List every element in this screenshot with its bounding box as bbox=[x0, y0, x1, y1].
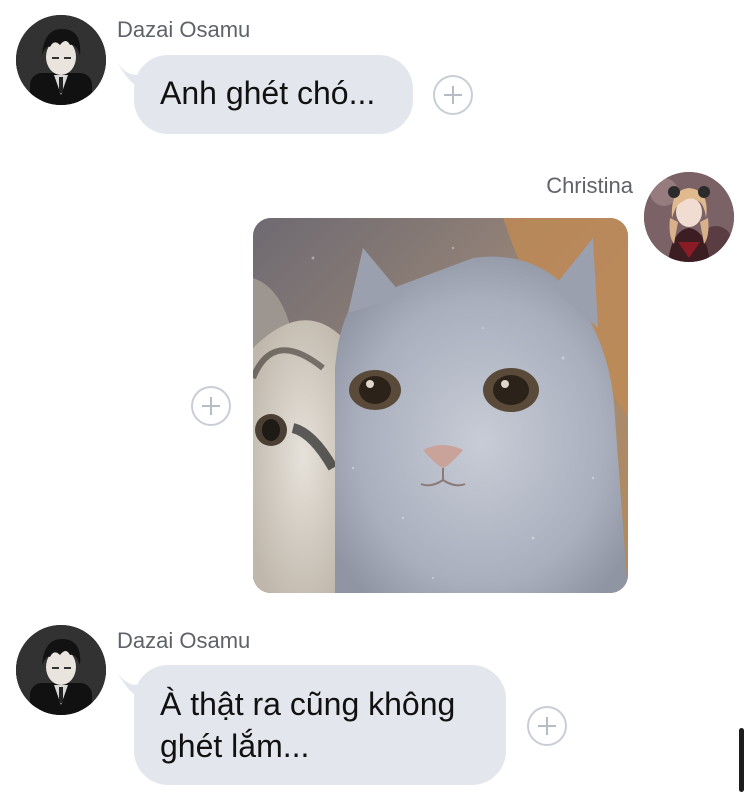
sender-name: Dazai Osamu bbox=[117, 17, 251, 42]
scrollbar[interactable] bbox=[739, 728, 744, 792]
sender-name: Christina bbox=[546, 173, 633, 198]
message-bubble[interactable]: Anh ghét chó... bbox=[134, 55, 413, 134]
plus-icon bbox=[202, 397, 220, 415]
avatar-dazai-image bbox=[16, 15, 106, 105]
avatar-dazai[interactable] bbox=[16, 625, 106, 715]
message-row-dazai-2: Dazai Osamu À thật ra cũng không ghét lắ… bbox=[0, 610, 750, 793]
avatar-christina[interactable] bbox=[644, 172, 734, 262]
add-reaction-button[interactable] bbox=[191, 386, 231, 426]
avatar-dazai[interactable] bbox=[16, 15, 106, 105]
message-text-line: ghét lắm... bbox=[160, 728, 310, 764]
avatar-christina-image bbox=[644, 172, 734, 262]
cat-photo-image bbox=[253, 218, 628, 593]
message-row-dazai-1: Dazai Osamu Anh ghét chó... bbox=[0, 0, 750, 140]
plus-icon bbox=[538, 717, 556, 735]
message-text: Anh ghét chó... bbox=[160, 75, 376, 111]
avatar-dazai-image bbox=[16, 625, 106, 715]
sender-name: Dazai Osamu bbox=[117, 628, 251, 653]
plus-icon bbox=[444, 86, 462, 104]
message-text-line: À thật ra cũng không bbox=[160, 686, 456, 722]
photo-attachment[interactable] bbox=[253, 218, 628, 593]
add-reaction-button[interactable] bbox=[527, 706, 567, 746]
add-reaction-button[interactable] bbox=[433, 75, 473, 115]
message-row-christina: Christina bbox=[0, 160, 750, 600]
message-bubble[interactable]: À thật ra cũng không ghét lắm... bbox=[134, 665, 506, 785]
